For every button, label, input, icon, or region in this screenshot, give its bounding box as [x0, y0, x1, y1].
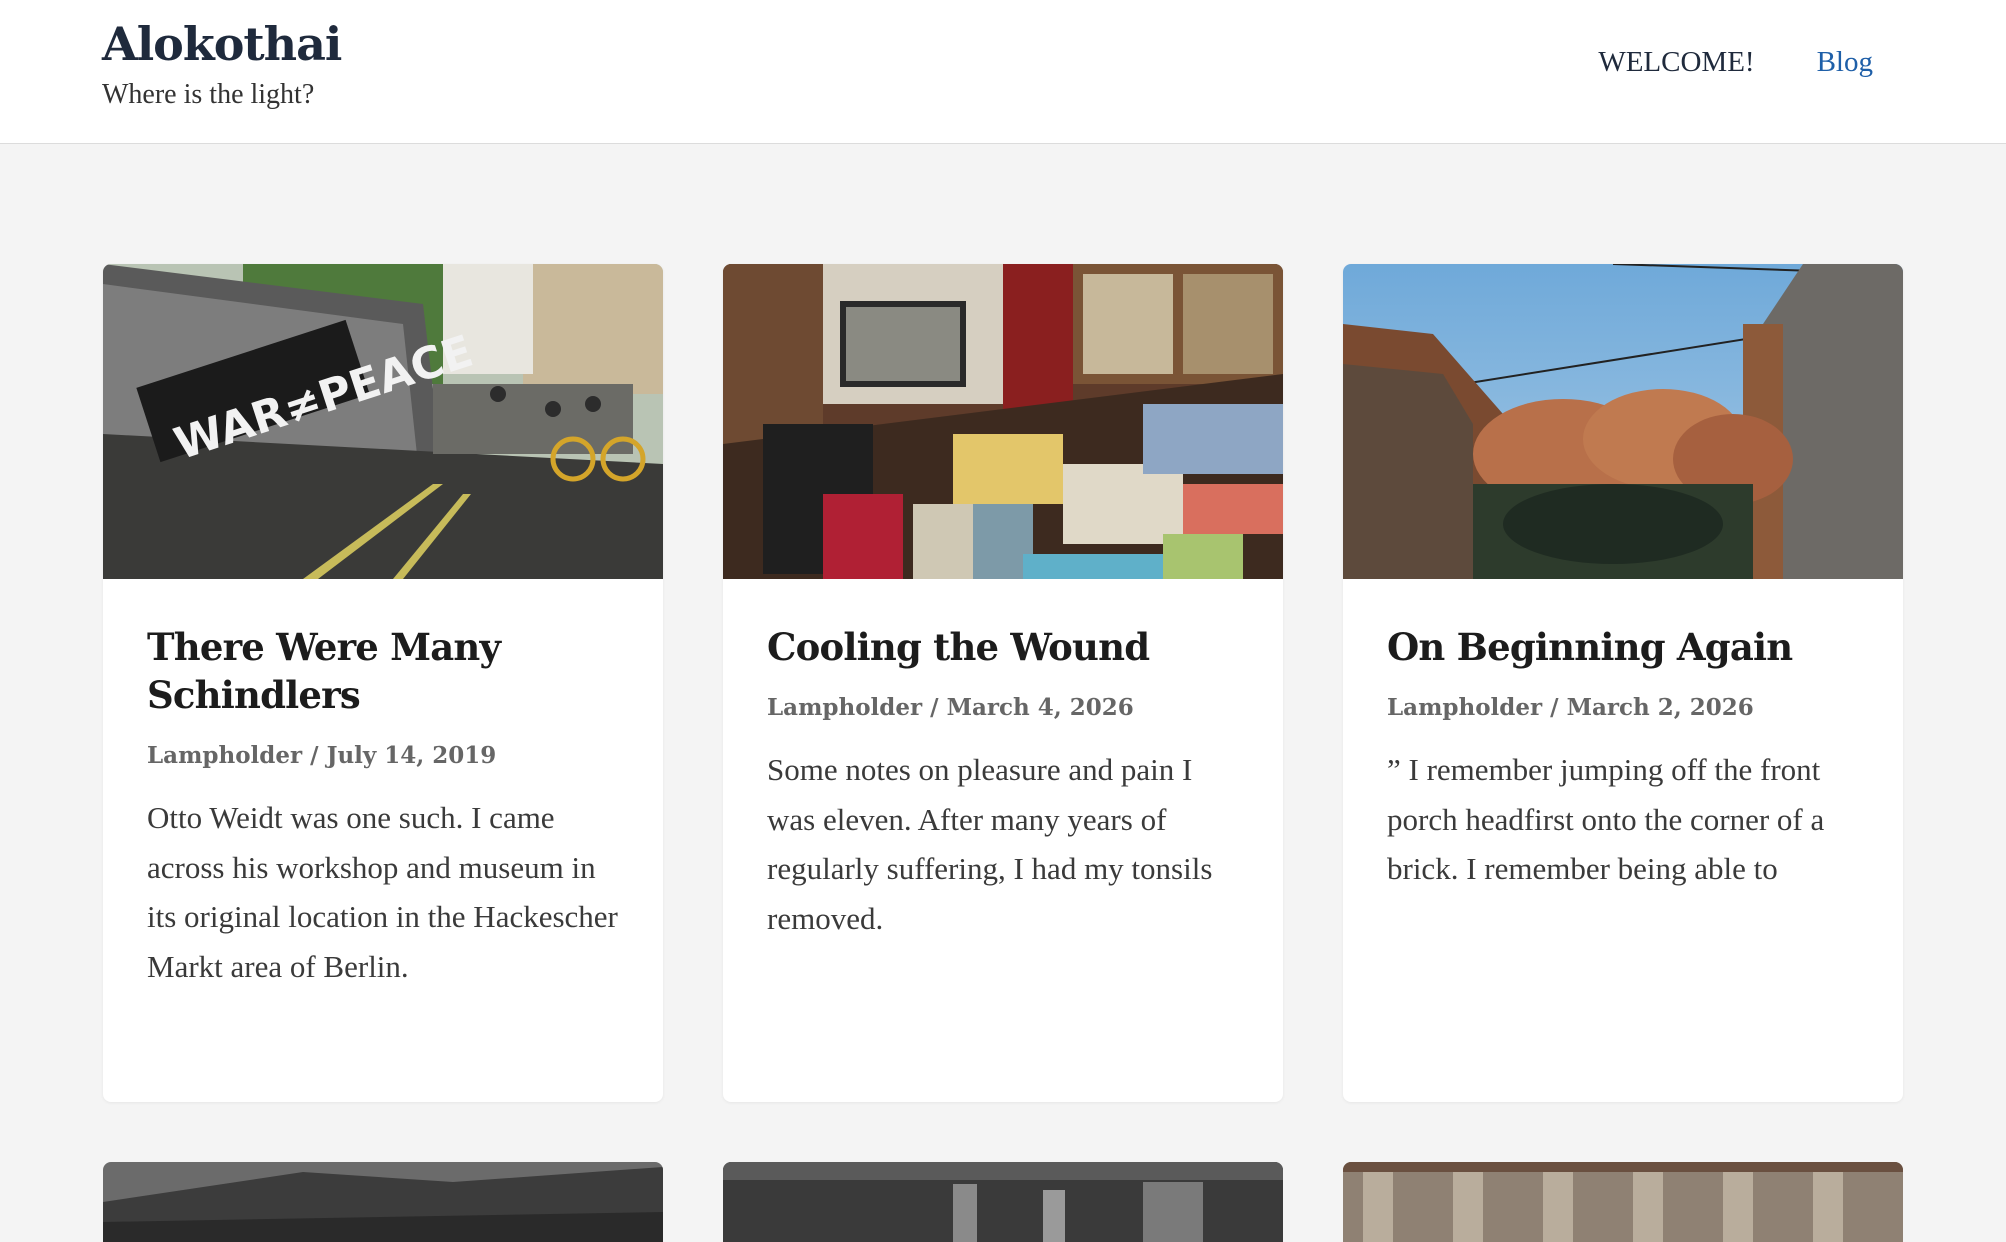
post-excerpt: Otto Weidt was one such. I came across h… [147, 800, 618, 984]
next-posts-row [103, 1162, 1903, 1242]
landscape-photo [103, 1162, 663, 1242]
post-meta: Lampholder / July 14, 2019 [147, 741, 619, 771]
post-body: On Beginning Again Lampholder / March 2,… [1343, 579, 1903, 894]
post-card: Cooling the Wound Lampholder / March 4, … [723, 264, 1283, 1102]
post-card: WAR≠PEACE There Were Many Schindlers Lam… [103, 264, 663, 1102]
post-date: March 2, 2026 [1566, 694, 1754, 721]
post-thumbnail[interactable] [723, 264, 1283, 579]
post-date: March 4, 2026 [946, 694, 1134, 721]
post-excerpt: ” I remember jumping off the front porch… [1387, 752, 1825, 886]
post-thumbnail[interactable] [1343, 264, 1903, 579]
post-title[interactable]: On Beginning Again [1387, 623, 1859, 671]
post-title[interactable]: Cooling the Wound [767, 623, 1239, 671]
post-card: On Beginning Again Lampholder / March 2,… [1343, 264, 1903, 1102]
post-author[interactable]: Lampholder [1387, 694, 1542, 721]
post-title[interactable]: There Were Many Schindlers [147, 623, 619, 719]
site-branding: Alokothai Where is the light? [102, 14, 342, 112]
meta-separator: / [922, 694, 947, 721]
post-author[interactable]: Lampholder [767, 694, 922, 721]
site-header: Alokothai Where is the light? WELCOME! B… [0, 0, 2006, 144]
site-tagline: Where is the light? [102, 79, 315, 110]
post-meta: Lampholder / March 2, 2026 [1387, 693, 1859, 723]
post-thumbnail[interactable]: WAR≠PEACE [103, 264, 663, 579]
railway-tracks-photo [1343, 1162, 1903, 1242]
post-author[interactable]: Lampholder [147, 742, 302, 769]
post-body: There Were Many Schindlers Lampholder / … [103, 579, 663, 991]
post-meta: Lampholder / March 4, 2026 [767, 693, 1239, 723]
post-body: Cooling the Wound Lampholder / March 4, … [723, 579, 1283, 943]
nav-link-blog[interactable]: Blog [1817, 44, 1873, 80]
post-date: July 14, 2019 [326, 742, 497, 769]
city-street-trees-photo [1343, 264, 1903, 579]
main-navigation: WELCOME! Blog [1598, 44, 1873, 80]
meta-separator: / [1542, 694, 1567, 721]
bookshop-photo [723, 264, 1283, 579]
site-title[interactable]: Alokothai [102, 14, 342, 74]
bottles-photo [723, 1162, 1283, 1242]
post-thumbnail[interactable] [723, 1162, 1283, 1242]
post-excerpt: Some notes on pleasure and pain I was el… [767, 752, 1213, 936]
post-thumbnail[interactable] [1343, 1162, 1903, 1242]
street-art-photo: WAR≠PEACE [103, 264, 663, 579]
post-thumbnail[interactable] [103, 1162, 663, 1242]
nav-link-welcome[interactable]: WELCOME! [1598, 44, 1754, 80]
meta-separator: / [302, 742, 327, 769]
